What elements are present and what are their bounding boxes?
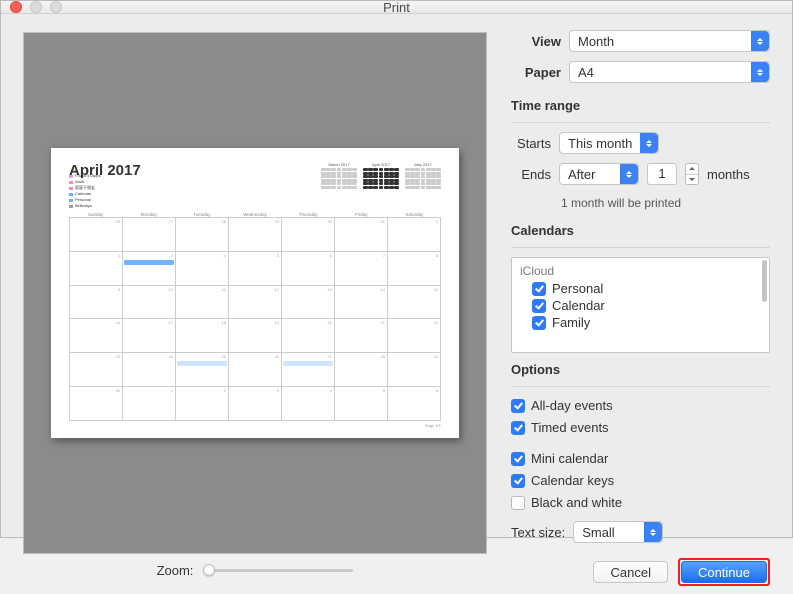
view-label: View <box>511 34 561 49</box>
continue-button[interactable]: Continue <box>681 561 767 583</box>
zoom-row: Zoom: <box>23 554 487 586</box>
preview-pane: April 2017 Found in Apps Work 家庭于朋友 Cale… <box>1 14 501 594</box>
months-unit: months <box>707 167 750 182</box>
checkbox[interactable] <box>511 474 525 488</box>
list-item[interactable]: Family <box>532 315 761 330</box>
divider <box>511 122 770 123</box>
dialog-body: April 2017 Found in Apps Work 家庭于朋友 Cale… <box>1 14 792 594</box>
ends-select[interactable]: After <box>559 163 639 185</box>
checkbox[interactable] <box>511 399 525 413</box>
divider <box>511 386 770 387</box>
calendar-grid: 2627282930311234567891011121314151617181… <box>69 217 441 421</box>
ends-label: Ends <box>511 167 551 182</box>
cancel-button[interactable]: Cancel <box>593 561 667 583</box>
calendars-label: Calendars <box>511 223 770 238</box>
preview-page: April 2017 Found in Apps Work 家庭于朋友 Cale… <box>51 148 459 438</box>
time-range-label: Time range <box>511 98 770 113</box>
preview-frame: April 2017 Found in Apps Work 家庭于朋友 Cale… <box>23 32 487 554</box>
calendar-group: iCloud <box>520 264 761 278</box>
divider <box>511 247 770 248</box>
continue-highlight: Continue <box>678 558 770 586</box>
mini-calendars: March 2017 April 2017 May 2017 <box>321 162 441 189</box>
months-stepper[interactable] <box>685 163 699 185</box>
chevron-updown-icon <box>644 522 662 542</box>
chevron-updown-icon <box>751 62 769 82</box>
paper-label: Paper <box>511 65 561 80</box>
text-size-label: Text size: <box>511 525 565 540</box>
starts-select[interactable]: This month <box>559 132 659 154</box>
timed-option[interactable]: Timed events <box>511 420 770 435</box>
mini-cal-option[interactable]: Mini calendar <box>511 451 770 466</box>
starts-label: Starts <box>511 136 551 151</box>
zoom-slider[interactable] <box>203 562 353 578</box>
zoom-label: Zoom: <box>157 563 194 578</box>
chevron-updown-icon <box>640 133 658 153</box>
bw-option[interactable]: Black and white <box>511 495 770 510</box>
chevron-updown-icon <box>620 164 638 184</box>
list-item[interactable]: Calendar <box>532 298 761 313</box>
chevron-updown-icon <box>751 31 769 51</box>
allday-option[interactable]: All-day events <box>511 398 770 413</box>
calendars-listbox[interactable]: iCloud Personal Calendar Family <box>511 257 770 353</box>
time-range-summary: 1 month will be printed <box>561 196 770 210</box>
titlebar: Print <box>1 1 792 14</box>
options-label: Options <box>511 362 770 377</box>
print-dialog: Print April 2017 Found in Apps Work 家庭于朋… <box>0 0 793 538</box>
cal-keys-option[interactable]: Calendar keys <box>511 473 770 488</box>
checkbox[interactable] <box>532 299 546 313</box>
checkbox[interactable] <box>532 282 546 296</box>
checkbox[interactable] <box>511 452 525 466</box>
text-size-select[interactable]: Small <box>573 521 663 543</box>
options-pane: View Month Paper A4 Time range Starts Th… <box>501 14 792 594</box>
paper-select[interactable]: A4 <box>569 61 770 83</box>
dialog-buttons: Cancel Continue <box>511 552 770 586</box>
scrollbar[interactable] <box>762 260 767 350</box>
window-title: Print <box>1 0 792 15</box>
checkbox[interactable] <box>532 316 546 330</box>
checkbox[interactable] <box>511 421 525 435</box>
checkbox[interactable] <box>511 496 525 510</box>
months-count-field[interactable]: 1 <box>647 163 677 185</box>
page-footer: Page 1/1 <box>69 423 441 428</box>
list-item[interactable]: Personal <box>532 281 761 296</box>
view-select[interactable]: Month <box>569 30 770 52</box>
